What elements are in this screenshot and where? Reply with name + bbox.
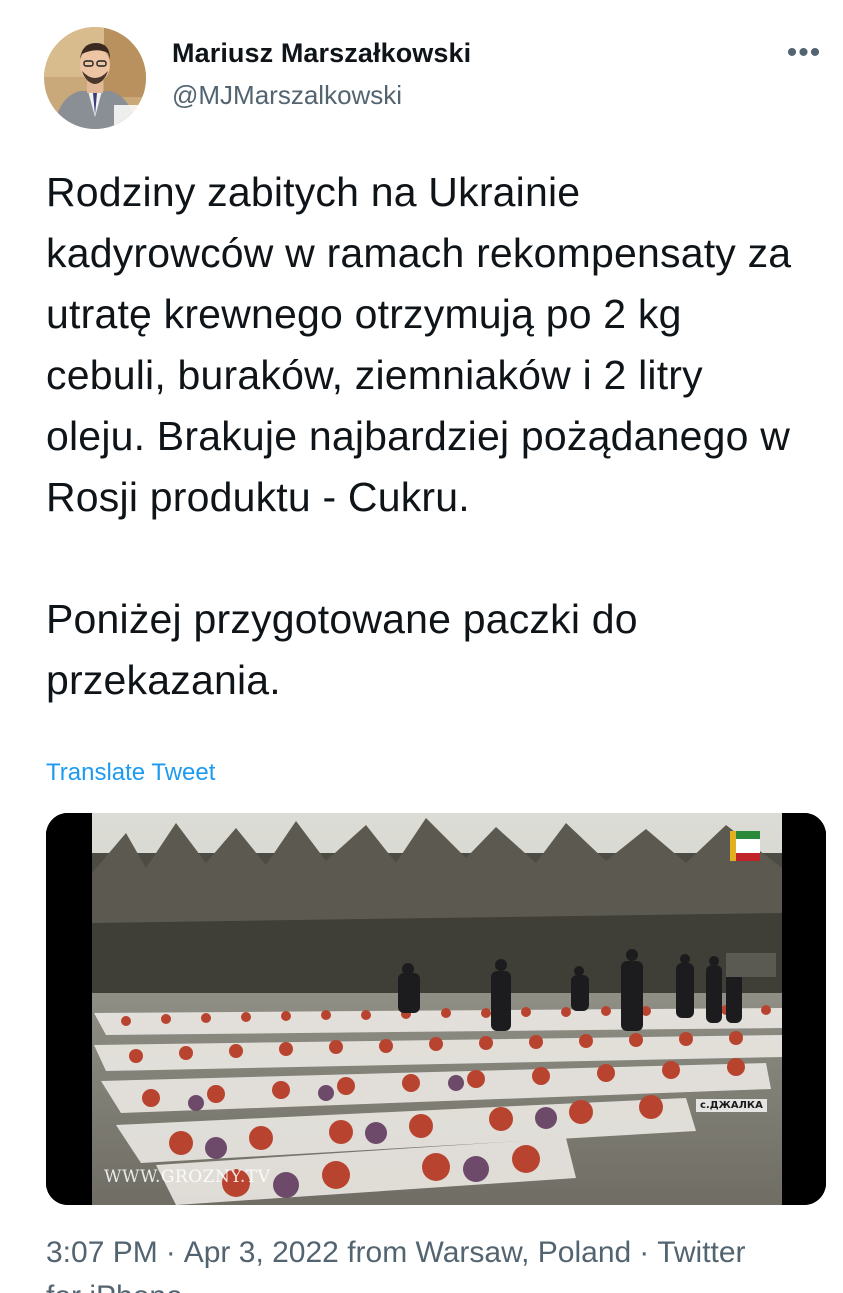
channel-logo bbox=[730, 831, 760, 861]
tweet-time[interactable]: 3:07 PM bbox=[46, 1236, 158, 1269]
translate-tweet-link[interactable]: Translate Tweet bbox=[46, 759, 215, 787]
tweet-date[interactable]: Apr 3, 2022 bbox=[184, 1236, 339, 1269]
meta-separator: · bbox=[165, 1236, 176, 1269]
tweet-location: from Warsaw, Poland bbox=[347, 1236, 632, 1269]
media-watermark: WWW.GROZNY.TV bbox=[104, 1167, 271, 1187]
tweet-media-image[interactable]: с.ДЖАЛКА WWW.GROZNY.TV bbox=[46, 813, 826, 1205]
avatar-photo bbox=[44, 27, 146, 129]
tweet-card: Mariusz Marszałkowski @MJMarszalkowski •… bbox=[0, 0, 843, 1293]
author-name[interactable]: Mariusz Marszałkowski bbox=[172, 38, 471, 69]
more-horizontal-icon: ••• bbox=[786, 36, 822, 69]
tweet-text: Rodziny zabitych na Ukrainie kadyrowców … bbox=[46, 162, 806, 711]
author-handle[interactable]: @MJMarszalkowski bbox=[172, 80, 402, 111]
author-avatar[interactable] bbox=[44, 27, 146, 129]
tweet-metadata: 3:07 PM · Apr 3, 2022 from Warsaw, Poland ·… bbox=[46, 1236, 746, 1270]
meta-separator: · bbox=[639, 1236, 650, 1269]
tweet-paragraph: Poniżej przygotowane paczki do przekazan… bbox=[46, 596, 638, 703]
media-photo bbox=[46, 813, 826, 1205]
tweet-source-overflow: for iPhone bbox=[46, 1280, 183, 1293]
more-options-button[interactable]: ••• bbox=[782, 35, 826, 71]
media-location-caption: с.ДЖАЛКА bbox=[696, 1099, 767, 1112]
tweet-paragraph: Rodziny zabitych na Ukrainie kadyrowców … bbox=[46, 169, 792, 520]
tweet-source[interactable]: Twitter bbox=[657, 1236, 745, 1269]
